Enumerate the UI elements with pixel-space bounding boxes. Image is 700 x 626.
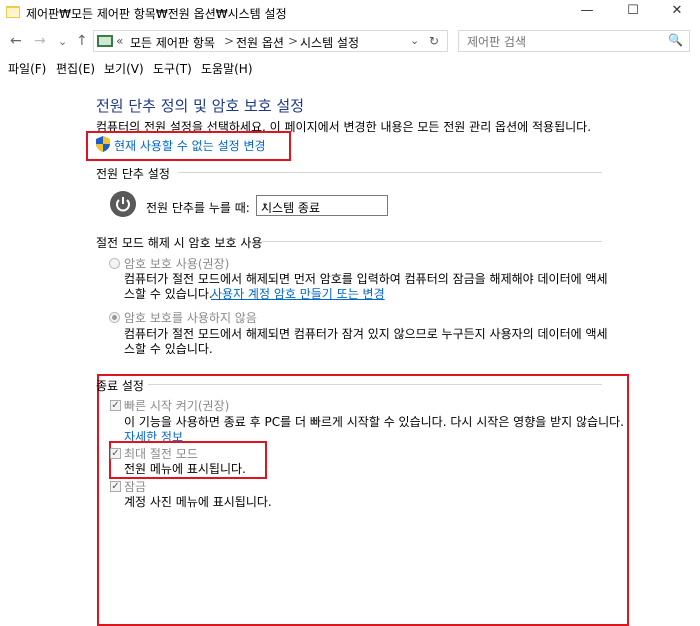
main-content: 전원 단추 정의 및 암호 보호 설정 컴퓨터의 전원 설정을 선택하세요. 이… <box>0 80 700 626</box>
fast-startup-desc: 이 기능을 사용하면 종료 후 PC를 더 빠르게 시작할 수 있습니다. 다시… <box>124 415 624 429</box>
section-divider <box>148 384 602 385</box>
up-button[interactable]: ↑ <box>76 33 88 49</box>
shutdown-settings-title: 종료 설정 <box>96 379 144 393</box>
highlight-box <box>86 131 291 161</box>
power-button-settings-title: 전원 단추 설정 <box>96 167 170 181</box>
menu-tools[interactable]: 도구(T) <box>153 60 192 77</box>
address-bar[interactable]: « 모든 제어판 항목 > 전원 옵션 > 시스템 설정 ⌄ ↻ <box>93 30 448 52</box>
require-password-desc-2: 스할 수 있습니다. <box>124 287 213 301</box>
search-icon[interactable]: 🔍 <box>668 33 683 47</box>
lock-desc: 계정 사진 메뉴에 표시됩니다. <box>124 495 272 509</box>
create-password-link[interactable]: 사용자 계정 암호 만들기 또는 변경 <box>211 285 385 302</box>
breadcrumb-separator: > <box>288 34 299 48</box>
fast-startup-checkbox[interactable]: ✓ <box>110 400 121 411</box>
breadcrumb-power-options[interactable]: 전원 옵션 <box>236 34 284 51</box>
maximize-button[interactable]: ☐ <box>610 0 656 22</box>
menu-view[interactable]: 보기(V) <box>104 60 144 77</box>
recent-locations-button[interactable]: ⌄ <box>58 35 67 48</box>
menu-bar: 파일(F) 편집(E) 보기(V) 도구(T) 도움말(H) <box>0 58 700 78</box>
power-button-label: 전원 단추를 누를 때: <box>146 201 250 215</box>
breadcrumb-separator: > <box>224 34 235 48</box>
address-row: ← → ⌄ ↑ « 모든 제어판 항목 > 전원 옵션 > 시스템 설정 ⌄ ↻… <box>0 28 700 58</box>
control-panel-icon <box>6 6 20 18</box>
refresh-button[interactable]: ↻ <box>429 34 439 48</box>
lock-checkbox[interactable]: ✓ <box>110 481 121 492</box>
power-button-action-select[interactable]: 시스템 종료 ⌄ <box>256 195 388 216</box>
back-button[interactable]: ← <box>10 33 22 49</box>
menu-file[interactable]: 파일(F) <box>8 60 46 77</box>
minimize-button[interactable]: — <box>564 0 610 22</box>
window-title: 제어판₩모든 제어판 항목₩전원 옵션₩시스템 설정 <box>26 7 287 21</box>
address-dropdown-button[interactable]: ⌄ <box>410 34 419 47</box>
no-password-desc-2: 스할 수 있습니다. <box>124 342 213 356</box>
section-divider <box>178 172 602 173</box>
hibernate-desc: 전원 메뉴에 표시됩니다. <box>124 462 246 476</box>
password-protection-title: 절전 모드 해제 시 암호 보호 사용 <box>96 236 263 250</box>
section-divider <box>262 241 602 242</box>
breadcrumb-system-settings[interactable]: 시스템 설정 <box>300 34 359 51</box>
breadcrumb-all-items[interactable]: 모든 제어판 항목 <box>130 34 215 51</box>
menu-edit[interactable]: 편집(E) <box>56 60 95 77</box>
no-password-radio[interactable] <box>109 312 120 323</box>
control-panel-icon <box>97 35 113 47</box>
page-title: 전원 단추 정의 및 암호 보호 설정 <box>96 97 305 115</box>
breadcrumb-prefix: « <box>116 34 124 48</box>
close-button[interactable]: ✕ <box>654 0 700 22</box>
menu-help[interactable]: 도움말(H) <box>201 60 253 77</box>
no-password-label: 암호 보호를 사용하지 않음 <box>124 311 257 325</box>
hibernate-checkbox[interactable]: ✓ <box>110 448 121 459</box>
search-box[interactable]: 🔍 <box>458 30 690 52</box>
search-input[interactable] <box>465 32 669 52</box>
title-bar: 제어판₩모든 제어판 항목₩전원 옵션₩시스템 설정 — ☐ ✕ <box>0 0 700 26</box>
require-password-radio[interactable] <box>109 258 120 269</box>
fast-startup-label: 빠른 시작 켜기(권장) <box>124 399 230 413</box>
forward-button[interactable]: → <box>34 33 46 49</box>
power-icon <box>110 191 136 217</box>
chevron-down-icon: ⌄ <box>261 198 270 209</box>
